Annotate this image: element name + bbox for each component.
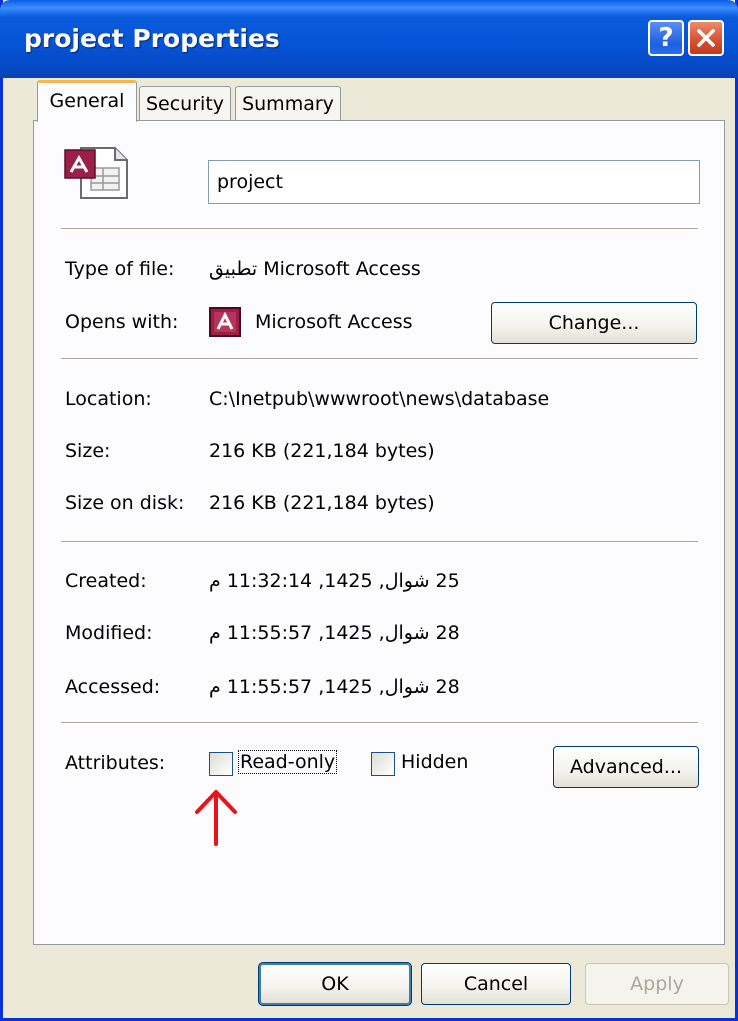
location-label: Location: [65, 388, 152, 410]
modified-label: Modified: [65, 622, 153, 644]
accessed-label: Accessed: [65, 676, 161, 698]
opens-with-value: Microsoft Access [255, 311, 413, 333]
properties-dialog: project Properties ? Security Summary Ge… [0, 0, 738, 1021]
tab-label: Security [145, 93, 225, 115]
tab-label: Summary [242, 93, 334, 115]
location-value: C:\Inetpub\wwwroot\news\database [209, 388, 550, 410]
cancel-button[interactable]: Cancel [421, 963, 571, 1005]
question-mark-icon: ? [658, 23, 674, 53]
size-label: Size: [65, 440, 111, 462]
attributes-label: Attributes: [65, 752, 166, 774]
readonly-checkbox[interactable] [209, 752, 233, 776]
size-value: 216 KB (221,184 bytes) [209, 440, 435, 462]
file-name-input[interactable]: project [208, 160, 700, 204]
close-button[interactable] [688, 20, 724, 56]
size-on-disk-label: Size on disk: [65, 492, 185, 514]
apply-button[interactable]: Apply [585, 963, 729, 1005]
ok-button[interactable]: OK [258, 962, 412, 1006]
tab-security[interactable]: Security [139, 86, 231, 122]
help-button[interactable]: ? [648, 20, 684, 56]
change-button-label: Change... [548, 312, 640, 334]
title-bar[interactable]: project Properties ? [0, 0, 738, 78]
separator [61, 228, 698, 230]
cancel-button-label: Cancel [463, 973, 529, 995]
tab-summary[interactable]: Summary [235, 86, 341, 122]
change-button[interactable]: Change... [491, 302, 697, 344]
red-up-arrow-icon [195, 790, 237, 846]
separator [61, 722, 698, 724]
advanced-button[interactable]: Advanced... [553, 746, 699, 788]
created-value: 25 شوال, 1425, 11:32:14 م [209, 570, 460, 592]
separator [61, 358, 698, 360]
accessed-value: 28 شوال, 1425, 11:55:57 م [209, 676, 460, 698]
apply-button-label: Apply [630, 973, 684, 995]
access-app-icon [209, 307, 241, 337]
tab-general[interactable]: General [37, 80, 137, 122]
tab-label: General [49, 90, 125, 112]
general-tab-panel [33, 120, 725, 945]
created-label: Created: [65, 570, 147, 592]
ok-button-label: OK [321, 973, 349, 995]
type-label: Type of file: [65, 258, 175, 280]
access-database-icon [64, 147, 128, 199]
hidden-checkbox[interactable] [371, 752, 395, 776]
hidden-label[interactable]: Hidden [401, 751, 468, 773]
opens-with-label: Opens with: [65, 311, 179, 333]
window-title: project Properties [24, 24, 280, 53]
close-icon [697, 29, 715, 47]
advanced-button-label: Advanced... [570, 756, 682, 778]
size-on-disk-value: 216 KB (221,184 bytes) [209, 492, 435, 514]
type-value: تطبيق Microsoft Access [209, 258, 421, 280]
separator [61, 541, 698, 543]
modified-value: 28 شوال, 1425, 11:55:57 م [209, 622, 460, 644]
readonly-label[interactable]: Read-only [237, 750, 338, 774]
